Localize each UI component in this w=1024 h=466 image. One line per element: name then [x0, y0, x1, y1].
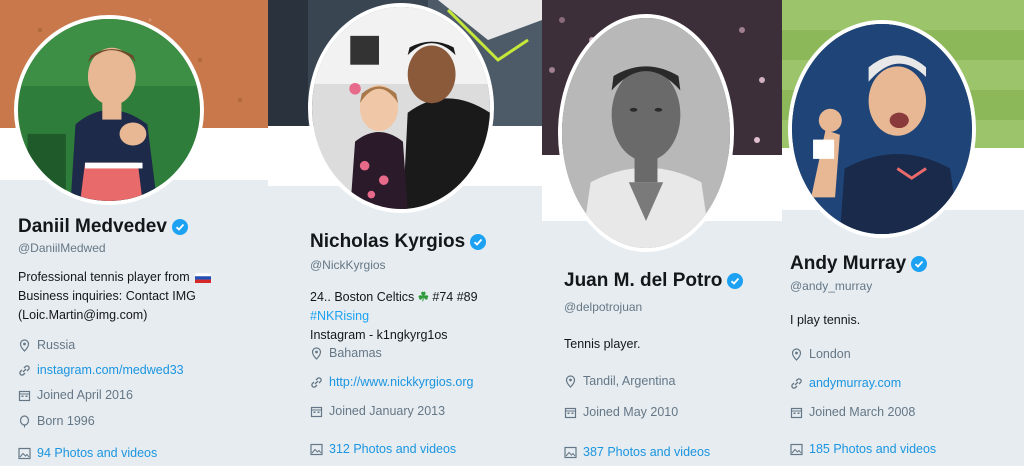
profile-bio: Professional tennis player from Business…: [18, 268, 258, 325]
location-pin-icon: [565, 374, 576, 388]
location-row: London: [790, 347, 851, 361]
image-icon: [18, 447, 31, 459]
avatar[interactable]: [558, 14, 734, 252]
profile-handle[interactable]: @DaniilMedwed: [18, 241, 106, 255]
website-link[interactable]: http://www.nickkyrgios.org: [329, 375, 474, 389]
image-icon: [790, 443, 803, 455]
joined-row: Joined April 2016: [18, 388, 133, 402]
location-pin-icon: [19, 338, 30, 352]
calendar-icon: [310, 406, 323, 417]
russia-flag-icon: [195, 272, 212, 283]
link-icon: [791, 377, 802, 389]
verified-badge-icon: [727, 273, 744, 289]
avatar[interactable]: [14, 15, 204, 205]
verified-badge-icon: [911, 256, 928, 272]
photos-and-videos-link[interactable]: 312 Photos and videos: [310, 442, 456, 456]
balloon-icon: [19, 414, 30, 427]
profile-bio: I play tennis.: [790, 313, 861, 327]
website-row: instagram.com/medwed33: [18, 363, 184, 377]
profile-photo: [18, 19, 200, 201]
profile-handle[interactable]: @andy_murray: [790, 279, 872, 293]
website-link[interactable]: andymurray.com: [809, 376, 901, 390]
profile-card-murray: Andy Murray @andy_murray I play tennis. …: [782, 0, 1024, 466]
joined-row: Joined March 2008: [790, 405, 915, 419]
profile-handle[interactable]: @NickKyrgios: [310, 258, 386, 272]
profile-handle[interactable]: @delpotrojuan: [564, 300, 642, 314]
profile-name[interactable]: Nicholas Kyrgios: [310, 231, 487, 253]
hashtag-link[interactable]: #NKRising: [310, 309, 369, 323]
location-row: Bahamas: [310, 346, 382, 360]
profile-name[interactable]: Juan M. del Potro: [564, 270, 744, 292]
profile-photo: [312, 7, 490, 209]
birthday-row: Born 1996: [18, 414, 95, 428]
profile-card-medvedev: Daniil Medvedev @DaniilMedwed Profession…: [0, 0, 268, 466]
location-pin-icon: [791, 347, 802, 361]
avatar[interactable]: [308, 3, 494, 213]
website-link[interactable]: instagram.com/medwed33: [37, 363, 184, 377]
link-icon: [19, 364, 30, 376]
image-icon: [564, 446, 577, 458]
joined-row: Joined May 2010: [564, 405, 678, 419]
calendar-icon: [18, 390, 31, 401]
shamrock-icon: ☘: [417, 290, 429, 304]
calendar-icon: [790, 407, 803, 418]
profile-card-kyrgios: Nicholas Kyrgios @NickKyrgios 24.. Bosto…: [268, 0, 542, 466]
profile-card-delpotro: Juan M. del Potro @delpotrojuan Tennis p…: [542, 0, 782, 466]
location-pin-icon: [311, 346, 322, 360]
profile-name[interactable]: Daniil Medvedev: [18, 216, 188, 238]
profile-name[interactable]: Andy Murray: [790, 253, 928, 275]
website-row: andymurray.com: [790, 376, 901, 390]
verified-badge-icon: [171, 219, 188, 235]
profile-photo: [792, 24, 972, 234]
profile-photo: [562, 18, 730, 248]
verified-badge-icon: [470, 234, 487, 250]
location-row: Russia: [18, 338, 75, 352]
profile-bio: 24.. Boston Celtics ☘ #74 #89 #NKRising …: [310, 290, 478, 342]
calendar-icon: [564, 407, 577, 418]
location-row: Tandil, Argentina: [564, 374, 675, 388]
link-icon: [311, 376, 322, 388]
photos-and-videos-link[interactable]: 94 Photos and videos: [18, 446, 157, 460]
joined-row: Joined January 2013: [310, 404, 445, 418]
photos-and-videos-link[interactable]: 387 Photos and videos: [564, 445, 710, 459]
website-row: http://www.nickkyrgios.org: [310, 375, 474, 389]
avatar[interactable]: [788, 20, 976, 238]
image-icon: [310, 443, 323, 455]
photos-and-videos-link[interactable]: 185 Photos and videos: [790, 442, 936, 456]
profile-bio: Tennis player.: [564, 337, 641, 351]
